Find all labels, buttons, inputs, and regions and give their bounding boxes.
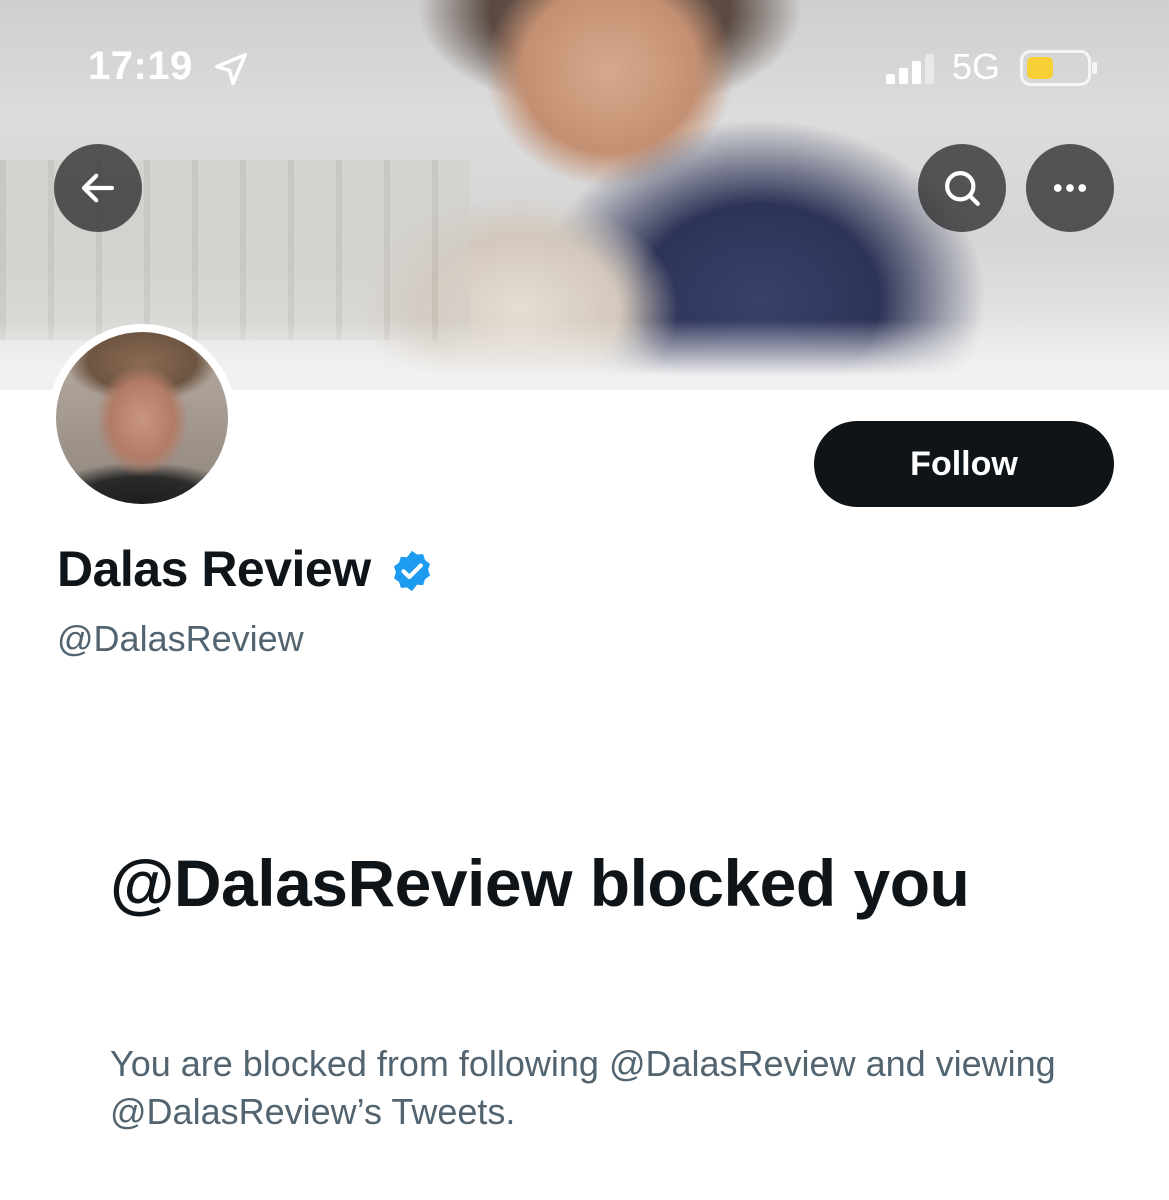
network-type: 5G bbox=[952, 46, 1001, 87]
more-options-button[interactable] bbox=[1026, 144, 1114, 232]
search-button[interactable] bbox=[918, 144, 1006, 232]
display-name-row: Dalas Review bbox=[57, 540, 435, 598]
display-name: Dalas Review bbox=[57, 541, 371, 597]
signal-bars-icon bbox=[886, 54, 934, 84]
search-icon bbox=[945, 171, 980, 206]
verified-badge-icon[interactable] bbox=[389, 548, 435, 594]
ellipsis-icon bbox=[1053, 184, 1087, 192]
location-arrow-icon bbox=[215, 53, 247, 85]
avatar-photo bbox=[56, 332, 228, 504]
back-button[interactable] bbox=[54, 144, 142, 232]
profile-handle: @DalasReview bbox=[57, 618, 304, 659]
blocked-title: @DalasReview blocked you bbox=[110, 846, 970, 920]
status-bar: 17:19 5G bbox=[0, 0, 1169, 120]
arrow-left-icon bbox=[81, 173, 115, 203]
profile-screen: 17:19 5G Follow Dalas Review @DalasRevie… bbox=[0, 0, 1169, 1200]
status-time: 17:19 bbox=[88, 44, 193, 88]
blocked-description: You are blocked from following @DalasRev… bbox=[110, 1043, 1056, 1132]
avatar[interactable] bbox=[48, 324, 236, 512]
follow-button[interactable]: Follow bbox=[814, 421, 1114, 507]
battery-icon bbox=[1020, 50, 1097, 86]
